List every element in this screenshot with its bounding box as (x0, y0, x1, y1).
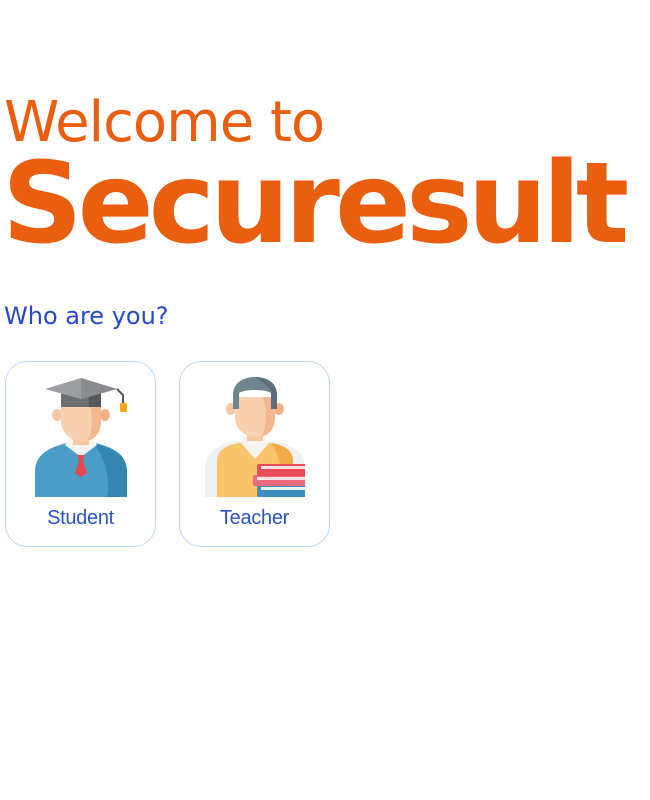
student-role-label: Student (47, 507, 114, 529)
brand-title: Securesult (2, 139, 629, 269)
teacher-books-icon (205, 377, 305, 497)
student-role-card[interactable]: Student (5, 361, 156, 547)
role-selection-page: Welcome to Securesult Who are you? Stude… (0, 0, 650, 800)
teacher-role-label: Teacher (219, 507, 290, 529)
student-graduate-icon (35, 378, 127, 497)
role-question: Who are you? (4, 302, 169, 330)
teacher-role-card[interactable]: Teacher (179, 361, 330, 547)
